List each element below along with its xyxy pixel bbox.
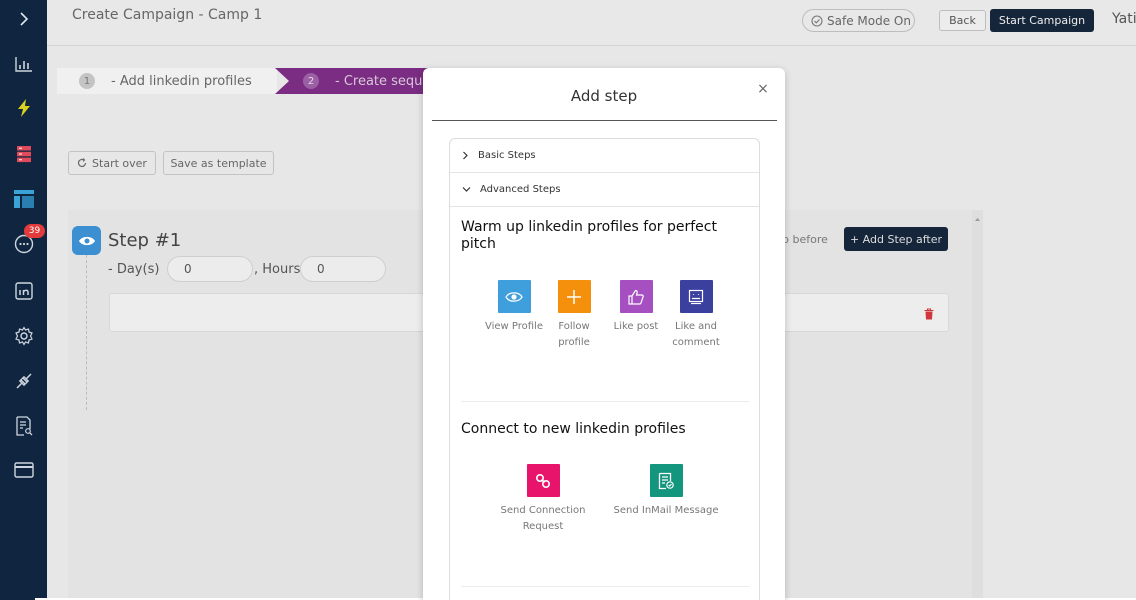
step-number: 2 (303, 73, 319, 89)
chevron-right-icon (463, 151, 468, 160)
layout-icon[interactable] (0, 184, 47, 214)
like-post-option[interactable]: Like post (608, 280, 664, 335)
option-label: View Profile (484, 321, 543, 332)
timeline-connector (86, 255, 87, 410)
view-profile-option[interactable]: View Profile (479, 280, 549, 335)
modal-title: Add step (570, 87, 638, 105)
basic-steps-toggle[interactable]: Basic Steps (450, 139, 759, 173)
database-icon[interactable] (0, 139, 47, 169)
add-step-modal: Add step × Basic Steps Advanced Steps Wa… (423, 68, 785, 600)
option-label: Send InMail Message (613, 505, 719, 516)
advanced-steps-label: Advanced Steps (480, 184, 561, 195)
start-campaign-button[interactable]: Start Campaign (990, 9, 1094, 32)
modal-divider (432, 120, 777, 121)
start-over-label: Start over (92, 156, 147, 170)
option-label: Send Connection Request (500, 505, 586, 532)
option-label: Like post (613, 321, 659, 332)
user-name[interactable]: Yati (1112, 11, 1136, 27)
stepper-step-1[interactable]: 1 - Add linkedin profiles (57, 68, 277, 94)
report-icon[interactable] (0, 411, 47, 441)
chevron-down-icon (462, 187, 471, 192)
comment-icon (679, 280, 713, 313)
section-divider (461, 586, 749, 587)
refresh-icon (77, 158, 87, 168)
add-step-before-button[interactable]: p before (782, 228, 840, 250)
integration-icon[interactable] (0, 366, 47, 396)
close-icon[interactable]: × (756, 82, 770, 96)
step-accordion: Basic Steps Advanced Steps Warm up linke… (449, 138, 760, 600)
days-label: - Day(s) (108, 262, 160, 277)
save-template-button[interactable]: Save as template (163, 151, 274, 175)
linkedin-icon[interactable] (0, 276, 47, 306)
section-divider (461, 401, 749, 402)
inmail-icon (649, 464, 683, 497)
sidebar: 39 (0, 0, 47, 600)
option-label: Like and comment (672, 321, 720, 348)
stepper-step-2[interactable]: 2 - Create sequ (275, 68, 435, 94)
link-icon (526, 464, 560, 497)
trash-icon[interactable] (924, 305, 934, 324)
analytics-icon[interactable] (0, 49, 47, 79)
check-circle-icon (811, 14, 823, 27)
safe-mode-label: Safe Mode On (827, 13, 911, 28)
advanced-steps-toggle[interactable]: Advanced Steps (450, 173, 759, 207)
back-button[interactable]: Back (939, 10, 986, 31)
eye-icon (72, 226, 101, 255)
billing-icon[interactable] (0, 455, 47, 485)
follow-profile-option[interactable]: Follow profile (548, 280, 600, 351)
start-over-button[interactable]: Start over (68, 151, 156, 175)
option-label: Follow profile (558, 321, 590, 348)
basic-steps-label: Basic Steps (478, 150, 536, 161)
step-label: - Create sequ (335, 73, 423, 89)
send-inmail-message-option[interactable]: Send InMail Message (608, 464, 724, 519)
send-connection-request-option[interactable]: Send Connection Request (495, 464, 591, 535)
lightning-icon[interactable] (0, 93, 47, 123)
expand-icon[interactable] (0, 4, 47, 34)
thumbs-up-icon (619, 280, 653, 313)
like-and-comment-option[interactable]: Like and comment (666, 280, 726, 351)
eye-icon (497, 280, 531, 313)
add-step-after-button[interactable]: + Add Step after (844, 227, 948, 251)
page-title: Create Campaign - Camp 1 (72, 7, 263, 23)
safe-mode-toggle[interactable]: Safe Mode On (802, 9, 915, 32)
step-label: - Add linkedin profiles (111, 73, 252, 89)
plus-icon (557, 280, 591, 313)
top-bar: Create Campaign - Camp 1 Safe Mode On Ba… (47, 0, 1136, 46)
step-title: Step #1 (108, 230, 182, 251)
warmup-section-title: Warm up linkedin profiles for perfect pi… (461, 219, 717, 252)
hours-input[interactable]: 0 (300, 256, 386, 282)
step-number: 1 (79, 73, 95, 89)
scroll-up-icon (975, 218, 980, 221)
canvas-scrollbar[interactable] (972, 210, 983, 600)
notification-badge: 39 (24, 224, 45, 238)
days-input[interactable]: 0 (167, 256, 253, 282)
settings-icon[interactable] (0, 321, 47, 351)
hours-label: , Hours (254, 262, 301, 277)
connect-section-title: Connect to new linkedin profiles (461, 421, 686, 437)
